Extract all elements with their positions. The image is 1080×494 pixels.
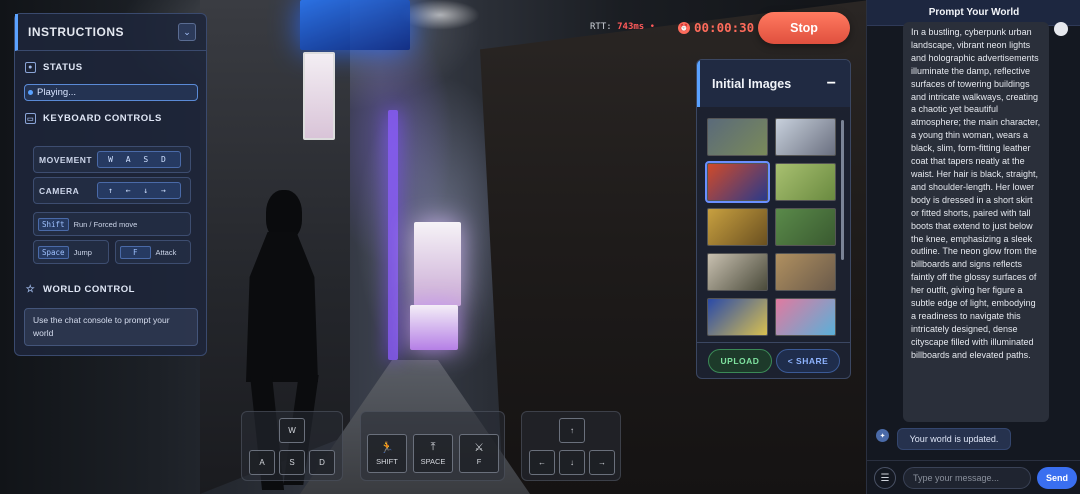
status-icon: ● <box>25 62 36 73</box>
key-shift[interactable]: 🏃 SHIFT <box>367 434 407 473</box>
arrow-right-icon[interactable]: → <box>589 450 615 475</box>
sky-glow <box>400 0 480 30</box>
camera-keys: ↑ ← ↓ → <box>97 182 181 199</box>
key-f[interactable]: ⚔ F <box>459 434 499 473</box>
user-avatar <box>1054 22 1068 36</box>
keyboard-section-title: ▭ KEYBOARD CONTROLS <box>25 113 162 124</box>
upload-button[interactable]: UPLOAD <box>708 349 772 373</box>
camera-row: CAMERA ↑ ← ↓ → <box>33 177 191 204</box>
action-keypad: 🏃 SHIFT ⤒ SPACE ⚔ F <box>360 411 505 481</box>
thumbnail-sunny-meadow[interactable] <box>775 163 836 201</box>
chat-input-bar: ☰ Send <box>867 460 1080 494</box>
user-prompt-message: In a bustling, cyberpunk urban landscape… <box>903 22 1049 422</box>
rtt-dot-icon: • <box>649 22 656 32</box>
menu-icon[interactable]: ☰ <box>874 467 896 489</box>
attack-icon: ⚔ <box>474 442 484 454</box>
chat-panel: Prompt Your World In a bustling, cyberpu… <box>866 0 1080 494</box>
space-key: Space <box>38 245 69 259</box>
wasd-keypad: W A S D <box>241 411 343 481</box>
thumbnail-golden-field[interactable] <box>707 208 768 246</box>
billboard-left <box>303 52 335 140</box>
thumbnail-winter-painting[interactable] <box>707 253 768 291</box>
image-grid <box>705 118 837 336</box>
status-badge: Playing... <box>24 84 198 101</box>
keyboard-icon: ▭ <box>25 113 36 124</box>
share-button[interactable]: < SHARE <box>776 349 840 373</box>
neon-sign-blue <box>300 0 410 50</box>
chevron-down-icon[interactable]: ⌄ <box>178 23 196 41</box>
key-space[interactable]: ⤒ SPACE <box>413 434 453 473</box>
thumbnail-neon-street[interactable] <box>705 161 770 203</box>
rtt-readout: RTT: 743ms • <box>590 22 656 32</box>
initial-images-title: Initial Images <box>712 76 792 91</box>
stop-button[interactable]: Stop <box>758 12 850 44</box>
thumbnail-snowy-village[interactable] <box>775 118 836 156</box>
arrow-down-icon[interactable]: ↓ <box>559 450 585 475</box>
game-app: INSTRUCTIONS ⌄ ● STATUS Playing... ▭ KEY… <box>0 0 1080 494</box>
key-d[interactable]: D <box>309 450 335 475</box>
arrow-keypad: ↑ ← ↓ → <box>521 411 621 481</box>
instructions-title: INSTRUCTIONS <box>28 25 124 39</box>
movement-keys: W A S D <box>97 151 181 168</box>
movement-row: MOVEMENT W A S D <box>33 146 191 173</box>
collapse-minus-icon[interactable]: − <box>827 75 836 93</box>
system-message: Your world is updated. <box>897 428 1011 450</box>
thumbnail-castle-landscape[interactable] <box>707 118 768 156</box>
billboard-lower <box>410 305 458 350</box>
images-scrollbar[interactable] <box>841 120 844 260</box>
star-icon: ☆ <box>25 284 36 295</box>
key-w[interactable]: W <box>279 418 305 443</box>
billboard-center <box>414 222 461 306</box>
status-dot-icon <box>28 90 33 95</box>
status-section-title: ● STATUS <box>25 62 83 73</box>
instructions-header: INSTRUCTIONS ⌄ <box>15 14 206 51</box>
key-a[interactable]: A <box>249 450 275 475</box>
thumbnail-colorful-houses[interactable] <box>775 298 836 336</box>
space-row: Space Jump <box>33 240 109 264</box>
shift-row: Shift Run / Forced move <box>33 212 191 236</box>
key-s[interactable]: S <box>279 450 305 475</box>
initial-images-panel: Initial Images − UPLOAD < SHARE <box>696 59 851 379</box>
world-control-text: Use the chat console to prompt your worl… <box>24 308 198 346</box>
alarm-clock-icon: ⏰ <box>678 21 690 34</box>
shift-key: Shift <box>38 217 69 231</box>
initial-images-header: Initial Images − <box>697 60 850 107</box>
run-icon: 🏃 <box>380 442 394 454</box>
message-input[interactable] <box>903 467 1031 489</box>
f-key: F <box>120 245 151 259</box>
instructions-panel: INSTRUCTIONS ⌄ ● STATUS Playing... ▭ KEY… <box>14 13 207 356</box>
session-timer: ⏰ 00:00:30 <box>678 20 755 35</box>
images-footer: UPLOAD < SHARE <box>697 342 850 378</box>
system-avatar-icon: ✦ <box>876 429 889 442</box>
jump-icon: ⤒ <box>430 441 436 453</box>
world-section-title: ☆ WORLD CONTROL <box>25 284 135 295</box>
arrow-up-icon[interactable]: ↑ <box>559 418 585 443</box>
thumbnail-forest-temple[interactable] <box>775 208 836 246</box>
f-row: F Attack <box>115 240 191 264</box>
send-button[interactable]: Send <box>1037 467 1077 489</box>
thumbnail-starry-night[interactable] <box>707 298 768 336</box>
thumbnail-riverside-town[interactable] <box>775 253 836 291</box>
arrow-left-icon[interactable]: ← <box>529 450 555 475</box>
neon-strip-purple <box>388 110 398 360</box>
